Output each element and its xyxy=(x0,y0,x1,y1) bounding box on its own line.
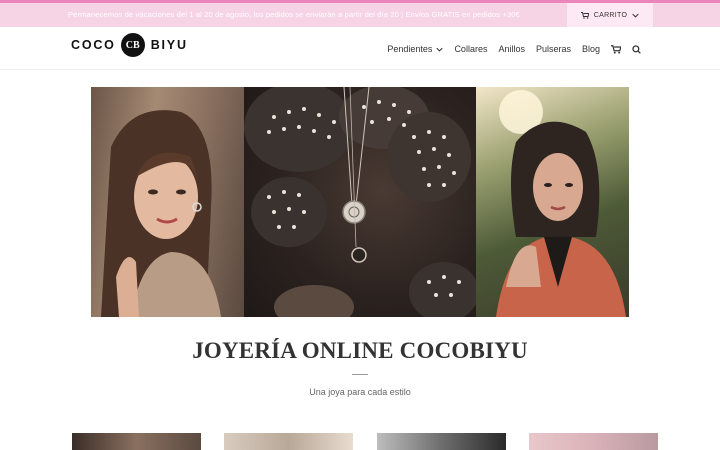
logo-mark-icon: CB xyxy=(120,33,145,57)
nav-search-button[interactable] xyxy=(632,44,641,54)
nav-item-pulseras[interactable]: Pulseras xyxy=(536,44,571,54)
nav-item-pendientes[interactable]: Pendientes xyxy=(387,44,444,54)
nav-item-label: Collares xyxy=(454,44,488,54)
chevron-down-icon xyxy=(632,13,639,18)
woman-blazer-illustration xyxy=(496,90,626,317)
nav-item-label: Anillos xyxy=(498,44,525,54)
title-divider xyxy=(352,374,368,375)
main-nav: Pendientes Collares Anillos Pulseras Blo… xyxy=(387,44,641,54)
announcement-bar: Permanecemos de vacaciones del 1 al 20 d… xyxy=(0,0,720,27)
site-header: COCO CB BIYU Pendientes Collares Anillos… xyxy=(0,27,720,70)
woman-portrait-illustration xyxy=(101,110,221,317)
hero-banner xyxy=(91,87,629,317)
cart-label: CARRITO xyxy=(593,11,628,19)
logo-text-left: COCO xyxy=(71,38,116,52)
announcement-text: Permanecemos de vacaciones del 1 al 20 d… xyxy=(68,10,520,19)
product-thumbnail[interactable] xyxy=(377,433,506,450)
nav-item-collares[interactable]: Collares xyxy=(454,44,487,54)
cart-dropdown-button[interactable]: CARRITO xyxy=(567,3,653,27)
hero-photo-necklaces-cactus xyxy=(244,87,476,317)
site-logo[interactable]: COCO CB BIYU xyxy=(71,33,188,57)
page-title: JOYERÍA ONLINE COCOBIYU xyxy=(192,338,528,363)
page-subtitle: Una joya para cada estilo xyxy=(309,387,411,397)
product-thumbnail[interactable] xyxy=(224,433,353,450)
chevron-down-icon xyxy=(436,44,444,54)
cactus-necklaces-illustration xyxy=(244,87,476,317)
nav-item-label: Pendientes xyxy=(387,44,433,54)
product-thumbnail[interactable] xyxy=(72,433,201,450)
nav-item-label: Pulseras xyxy=(535,44,571,54)
cart-icon xyxy=(580,11,589,19)
nav-item-blog[interactable]: Blog xyxy=(582,44,600,54)
product-thumbnail[interactable] xyxy=(529,433,658,450)
logo-text-right: BIYU xyxy=(150,38,188,52)
search-icon xyxy=(632,44,641,54)
hero-photo-woman-blazer xyxy=(476,87,629,317)
cart-icon xyxy=(611,44,621,54)
hero-photo-woman-earrings xyxy=(91,87,244,317)
nav-item-anillos[interactable]: Anillos xyxy=(498,44,525,54)
nav-item-label: Blog xyxy=(581,44,600,54)
nav-cart-icon[interactable] xyxy=(611,44,621,54)
